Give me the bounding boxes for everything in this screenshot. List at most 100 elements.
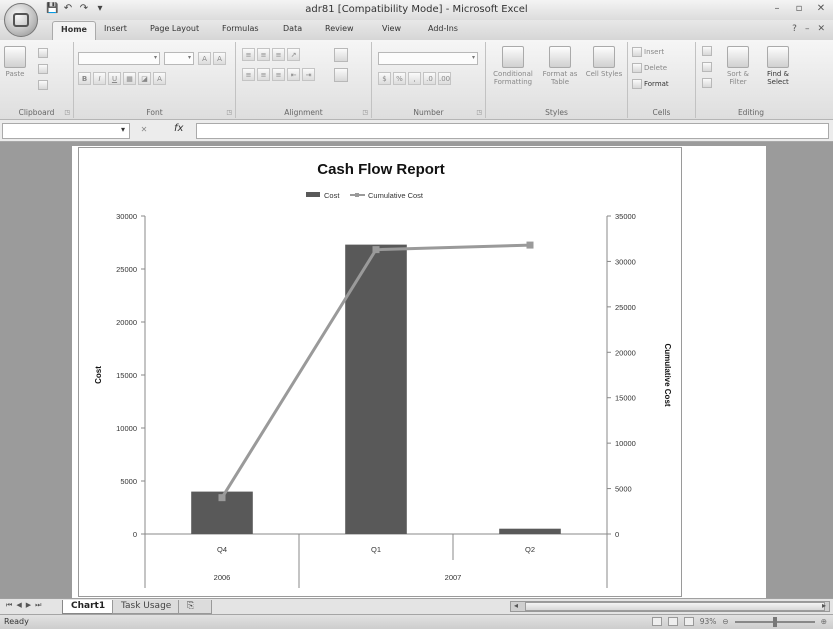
ribbon-minimize-button[interactable]: – [805, 24, 810, 34]
bar-cost [499, 528, 561, 534]
format-cells-button[interactable]: Format [632, 78, 669, 90]
number-format-combo[interactable]: ▾ [378, 52, 478, 65]
tab-data[interactable]: Data [283, 24, 302, 33]
normal-view-icon[interactable] [651, 617, 662, 626]
delete-cells-button[interactable]: Delete [632, 62, 667, 74]
underline-icon[interactable]: U [108, 72, 121, 85]
insert-function-button[interactable]: fx [174, 123, 183, 134]
scroll-thumb[interactable] [525, 602, 825, 611]
ribbon: Paste Clipboard ◳ ▾ ▾ A A B I U ▦ ◪ A Fo… [0, 40, 833, 120]
increase-indent-icon[interactable]: ⇥ [302, 68, 315, 81]
insert-sheet-button[interactable]: ⎘ [178, 600, 212, 614]
tab-review[interactable]: Review [325, 24, 354, 33]
name-box-dropdown-icon[interactable]: ▾ [121, 125, 125, 134]
zoom-out-icon[interactable]: ⊖ [722, 617, 728, 626]
copy-icon[interactable] [38, 64, 48, 74]
font-launcher-icon[interactable]: ◳ [226, 109, 232, 116]
decrease-indent-icon[interactable]: ⇤ [287, 68, 300, 81]
editing-label: Editing [737, 108, 765, 117]
prev-sheet-icon[interactable]: ◀ [16, 601, 21, 610]
clipboard-group: Paste Clipboard ◳ [0, 42, 74, 118]
name-box[interactable]: ▾ [2, 123, 130, 139]
wrap-text-icon[interactable] [334, 48, 348, 62]
tab-page-layout[interactable]: Page Layout [150, 24, 199, 33]
restore-button[interactable]: ▫ [793, 3, 805, 14]
office-button[interactable] [4, 3, 38, 37]
formula-input[interactable] [196, 123, 829, 139]
cut-icon[interactable] [38, 48, 48, 58]
office-logo-icon [13, 13, 29, 27]
help-icon[interactable]: ? [792, 24, 797, 34]
zoom-level[interactable]: 93% [700, 617, 717, 626]
sort-filter-icon [727, 46, 749, 68]
comma-icon[interactable]: , [408, 72, 421, 85]
borders-icon[interactable]: ▦ [123, 72, 136, 85]
next-sheet-icon[interactable]: ▶ [26, 601, 31, 610]
tab-add-ins[interactable]: Add-Ins [428, 24, 458, 33]
sheet-tabs-bar: ⏮ ◀ ▶ ⏭ Chart1 Task Usage ⎘ ◂ ▸ [0, 598, 833, 614]
conditional-formatting-button[interactable]: Conditional Formatting [490, 46, 536, 86]
tab-formulas[interactable]: Formulas [222, 24, 259, 33]
tab-view[interactable]: View [382, 24, 401, 33]
zoom-slider-knob[interactable] [772, 616, 777, 627]
zoom-slider[interactable] [734, 616, 815, 627]
ribbon-close-button[interactable]: ✕ [817, 24, 825, 34]
merge-center-icon[interactable] [334, 68, 348, 82]
legend-cumulative-label: Cumulative Cost [368, 191, 424, 200]
shrink-font-icon[interactable]: A [213, 52, 226, 65]
font-name-combo[interactable]: ▾ [78, 52, 160, 65]
bold-icon[interactable]: B [78, 72, 91, 85]
align-top-icon[interactable]: ≡ [242, 48, 255, 61]
page-layout-view-icon[interactable] [667, 617, 678, 626]
cancel-icon[interactable]: ✕ [137, 125, 151, 137]
decrease-decimal-icon[interactable]: .00 [438, 72, 451, 85]
alignment-label: Alignment [284, 108, 323, 117]
chart-area[interactable]: Cash Flow Report Cost Cumulative Cost Co… [78, 147, 682, 597]
increase-decimal-icon[interactable]: .0 [423, 72, 436, 85]
insert-cells-button[interactable]: Insert [632, 46, 664, 58]
minimize-button[interactable]: – [771, 3, 783, 14]
format-as-table-button[interactable]: Format as Table [538, 46, 582, 86]
scroll-right-icon[interactable]: ▸ [822, 601, 826, 610]
sheet-tab-chart1[interactable]: Chart1 [62, 600, 115, 614]
delete-cells-icon [632, 63, 642, 73]
align-left-icon[interactable]: ≡ [242, 68, 255, 81]
page-break-view-icon[interactable] [683, 617, 694, 626]
last-sheet-icon[interactable]: ⏭ [35, 601, 41, 610]
horizontal-scrollbar[interactable]: ◂ ▸ [510, 601, 830, 612]
percent-icon[interactable]: % [393, 72, 406, 85]
grow-font-icon[interactable]: A [198, 52, 211, 65]
clear-icon[interactable] [702, 78, 712, 88]
first-sheet-icon[interactable]: ⏮ [6, 601, 12, 610]
cell-styles-button[interactable]: Cell Styles [584, 46, 624, 78]
close-button[interactable]: ✕ [815, 3, 827, 14]
tab-home[interactable]: Home [52, 21, 96, 40]
y-tick-label: 25000 [116, 265, 137, 274]
italic-icon[interactable]: I [93, 72, 106, 85]
fill-icon[interactable] [702, 62, 712, 72]
number-launcher-icon[interactable]: ◳ [476, 109, 482, 116]
y2-tick-label: 30000 [615, 257, 636, 266]
currency-icon[interactable]: $ [378, 72, 391, 85]
clipboard-launcher-icon[interactable]: ◳ [64, 109, 70, 116]
find-select-button[interactable]: Find & Select [758, 46, 798, 86]
zoom-in-icon[interactable]: ⊕ [821, 617, 827, 626]
title-bar: 💾 ↶ ↷ ▾ adr81 [Compatibility Mode] - Mic… [0, 0, 833, 20]
paste-button[interactable]: Paste [4, 46, 26, 78]
fill-color-icon[interactable]: ◪ [138, 72, 151, 85]
sort-filter-button[interactable]: Sort & Filter [720, 46, 756, 86]
alignment-launcher-icon[interactable]: ◳ [362, 109, 368, 116]
autosum-icon[interactable] [702, 46, 712, 56]
font-size-combo[interactable]: ▾ [164, 52, 194, 65]
orientation-icon[interactable]: ↗ [287, 48, 300, 61]
align-right-icon[interactable]: ≡ [272, 68, 285, 81]
align-middle-icon[interactable]: ≡ [257, 48, 270, 61]
tab-insert[interactable]: Insert [104, 24, 127, 33]
format-painter-icon[interactable] [38, 80, 48, 90]
cell-styles-icon [593, 46, 615, 68]
sheet-tab-task-usage[interactable]: Task Usage [112, 600, 181, 614]
align-bottom-icon[interactable]: ≡ [272, 48, 285, 61]
font-color-icon[interactable]: A [153, 72, 166, 85]
align-center-icon[interactable]: ≡ [257, 68, 270, 81]
scroll-left-icon[interactable]: ◂ [514, 601, 518, 610]
